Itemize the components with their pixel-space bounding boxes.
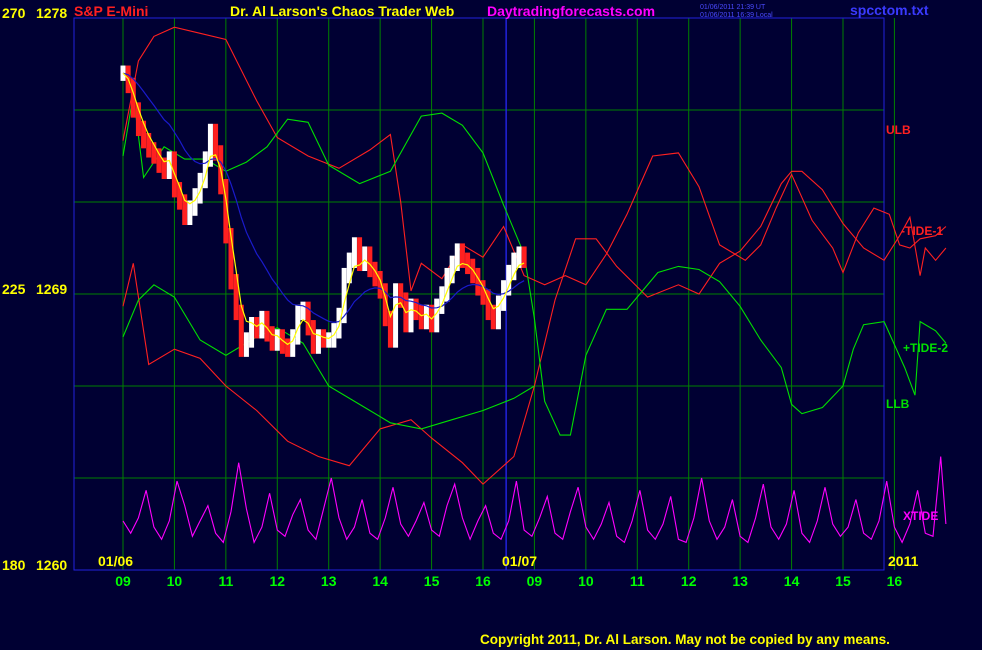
x-tick-label: 11 <box>218 573 233 589</box>
price-bar <box>305 301 311 336</box>
x-tick-label: 16 <box>887 573 903 589</box>
price-bar <box>465 252 471 275</box>
y-top-price: 1278 <box>36 5 67 21</box>
price-bar <box>321 329 327 348</box>
price-bar <box>418 304 424 330</box>
date-label-day1: 01/06 <box>98 553 133 569</box>
x-tick-label: 15 <box>424 573 440 589</box>
series-label-tide1: -TIDE-1 <box>901 224 943 238</box>
price-bar <box>197 172 203 204</box>
x-tick-label: 15 <box>835 573 851 589</box>
x-tick-label: 13 <box>732 573 748 589</box>
series-label-ulb: ULB <box>886 123 911 137</box>
series-label-llb: LLB <box>886 397 910 411</box>
price-bar <box>249 317 255 348</box>
price-bar <box>156 148 162 173</box>
price-bar <box>146 133 152 158</box>
price-bar <box>326 332 332 348</box>
y-mid-price: 1269 <box>36 281 67 297</box>
price-bar <box>393 283 399 348</box>
price-bar <box>470 258 476 284</box>
x-tick-label: 10 <box>167 573 183 589</box>
price-bar <box>290 329 296 357</box>
copyright-text: Copyright 2011, Dr. Al Larson. May not b… <box>480 632 890 647</box>
price-bar <box>367 246 373 278</box>
series-label-xtide: XTIDE <box>903 509 938 523</box>
price-bar <box>362 246 368 271</box>
x-tick-label: 11 <box>630 573 645 589</box>
year-label: 2011 <box>888 553 919 569</box>
price-bar <box>315 329 321 354</box>
y-top-code: 270 <box>2 5 26 21</box>
ut-time: 01/06/2011 21:39 UT <box>700 4 766 11</box>
series-label-tide2: +TIDE-2 <box>903 341 948 355</box>
x-tick-label: 12 <box>269 573 285 589</box>
chart-canvas: 09 10 11 12 13 14 15 16 09 10 11 12 13 14 15 16 S&P E-M… <box>0 0 982 650</box>
site-label: Daytradingforecasts.com <box>487 3 655 19</box>
price-bar <box>243 332 249 357</box>
price-bar <box>495 295 501 330</box>
x-tick-label: 14 <box>784 573 800 589</box>
date-label-day2: 01/07 <box>502 553 537 569</box>
x-tick-label: 10 <box>578 573 594 589</box>
price-bar <box>254 317 260 339</box>
x-tick-label: 12 <box>681 573 697 589</box>
price-bar <box>423 304 429 330</box>
file-name: spcctom.txt <box>850 2 929 18</box>
x-tick-label: 09 <box>115 573 131 589</box>
local-time: 01/06/2011 16:39 Local <box>700 12 773 19</box>
price-bar <box>408 298 414 333</box>
price-bar <box>269 326 275 351</box>
x-tick-label: 13 <box>321 573 337 589</box>
x-tick-label: 14 <box>372 573 388 589</box>
chart-title: Dr. Al Larson's Chaos Trader Web <box>230 3 454 19</box>
price-bar <box>141 120 147 149</box>
price-bar <box>274 329 280 351</box>
price-bar <box>521 246 527 268</box>
x-tick-label: 09 <box>527 573 543 589</box>
price-bar <box>336 307 342 339</box>
price-bar <box>300 301 306 321</box>
price-bar <box>310 320 316 354</box>
x-tick-label: 16 <box>475 573 491 589</box>
price-bar <box>351 237 357 268</box>
price-bar <box>285 338 291 357</box>
y-bottom-price: 1260 <box>36 557 67 573</box>
symbol-label: S&P E-Mini <box>74 3 148 19</box>
y-mid-code: 225 <box>2 281 26 297</box>
y-bottom-code: 180 <box>2 557 26 573</box>
